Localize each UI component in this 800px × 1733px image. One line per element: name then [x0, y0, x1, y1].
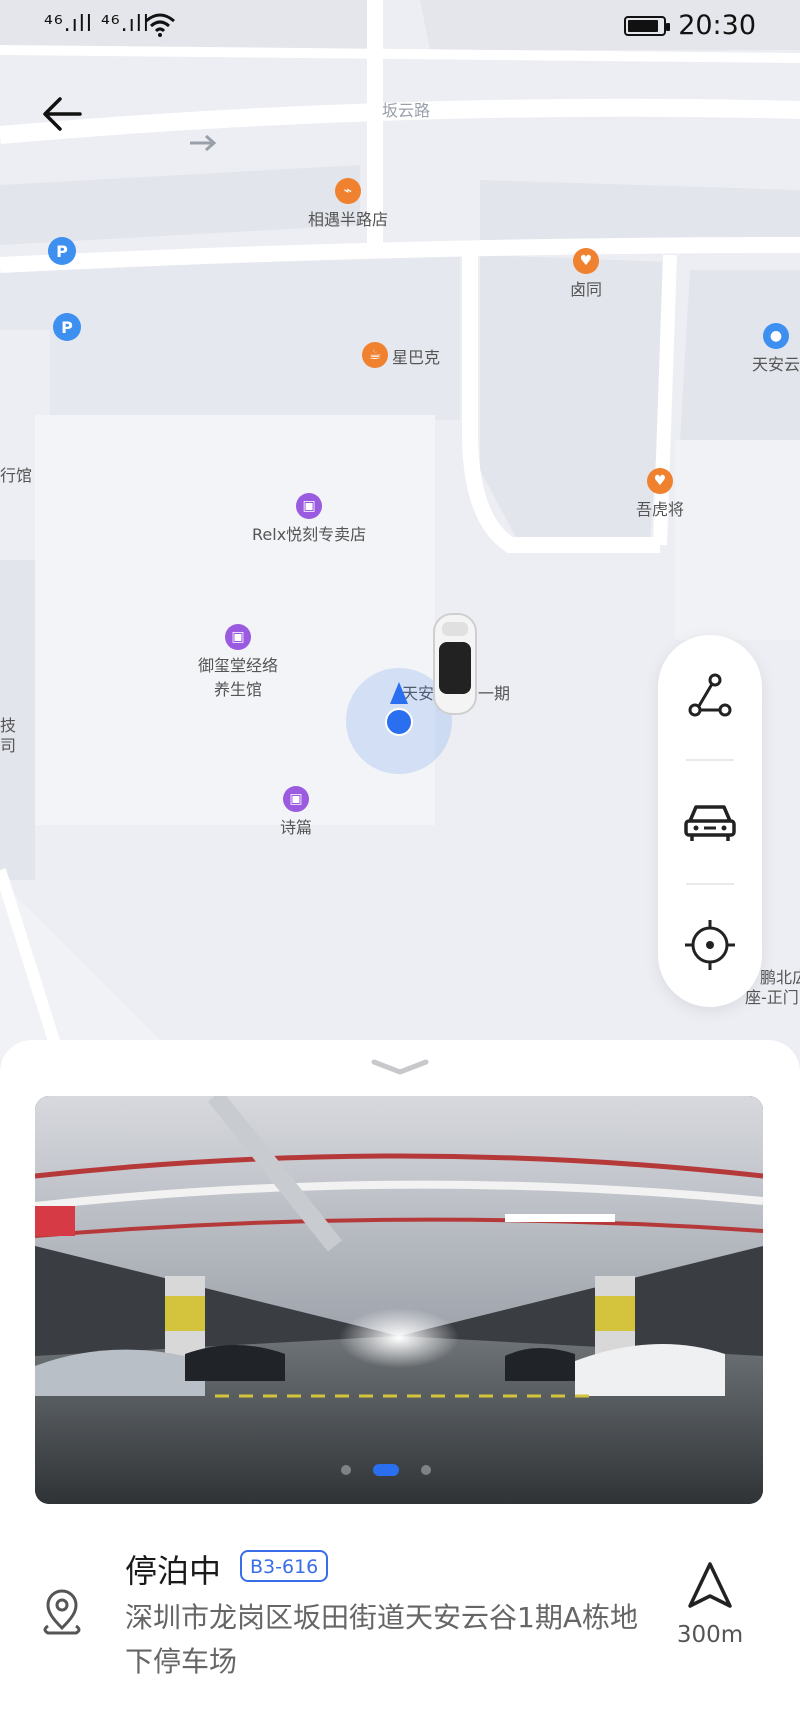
parking-garage-image [35, 1096, 763, 1504]
car-button[interactable] [658, 761, 762, 881]
poi-restaurant[interactable]: ♥ 吾虎将 [636, 468, 684, 520]
photo-pagination [341, 1464, 431, 1476]
route-icon [688, 673, 732, 717]
parking-status-title: 停泊中 [125, 1552, 222, 1590]
distance-label: 300m [676, 1622, 744, 1648]
parked-car-icon[interactable] [430, 612, 480, 716]
car-icon [684, 805, 736, 841]
signal-icon: ⁴⁶.ıll ⁴⁶.ıll [44, 12, 150, 37]
shop-icon: ▣ [225, 624, 251, 650]
road-label: 坂云路 [382, 101, 431, 120]
parking-icon[interactable]: P [48, 237, 76, 265]
status-bar: ⁴⁶.ıll ⁴⁶.ıll 20:30 [0, 0, 800, 56]
poi-label: 一期 [478, 684, 511, 703]
clock: 20:30 [678, 10, 756, 41]
poi-building[interactable]: ● 天安云 [752, 323, 800, 375]
parking-photo[interactable] [35, 1096, 763, 1504]
poi-restaurant[interactable]: ⌁ 相遇半路店 [308, 178, 388, 230]
poi-shop[interactable]: ▣ 诗篇 [280, 786, 312, 838]
current-location-dot [385, 708, 413, 736]
parking-icon[interactable]: P [53, 313, 81, 341]
wifi-icon [145, 13, 175, 37]
coffee-icon: ☕ [362, 342, 388, 368]
poi-label: 司 [0, 736, 17, 755]
status-right: 20:30 [624, 10, 756, 41]
navigate-button[interactable]: 300m [660, 1560, 760, 1670]
arrow-left-icon [43, 97, 82, 131]
battery-icon [624, 15, 671, 36]
route-button[interactable] [658, 635, 762, 755]
location-pin-icon [43, 1589, 81, 1635]
parking-address: 深圳市龙岗区坂田街道天安云谷1期A栋地下停车场 [125, 1601, 638, 1678]
map-controls [658, 635, 762, 1007]
page-dot[interactable] [341, 1465, 351, 1475]
poi-label: 行馆 [0, 466, 33, 485]
back-button[interactable] [30, 82, 94, 146]
navigate-icon [688, 1562, 732, 1608]
page-dot[interactable] [421, 1465, 431, 1475]
map-view[interactable]: 坂云路 ⌁ 相遇半路店 ♥ 卤同 ☕ 星巴克 ● 天安云 行馆 ♥ 吾虎将 ▣ … [0, 0, 800, 1060]
parking-spot-badge: B3-616 [240, 1550, 329, 1582]
food-icon: ♥ [573, 248, 599, 274]
shop-icon: ▣ [296, 493, 323, 519]
building-icon: ● [763, 323, 789, 349]
chevron-down-icon[interactable] [368, 1054, 432, 1080]
shop-icon: ▣ [283, 786, 309, 812]
food-icon: ♥ [647, 468, 673, 494]
poi-shop[interactable]: ▣ 御玺堂经络 养生馆 [198, 624, 278, 700]
poi-restaurant[interactable]: ♥ 卤同 [570, 248, 602, 300]
locate-button[interactable] [658, 885, 762, 1005]
food-icon: ⌁ [335, 178, 361, 204]
poi-shop[interactable]: ▣ Relx悦刻专卖店 [252, 493, 366, 545]
locate-icon [685, 920, 735, 970]
heading-arrow-icon [390, 682, 408, 704]
page-dot-active[interactable] [373, 1464, 399, 1476]
poi-starbucks[interactable]: ☕ 星巴克 [362, 342, 440, 368]
